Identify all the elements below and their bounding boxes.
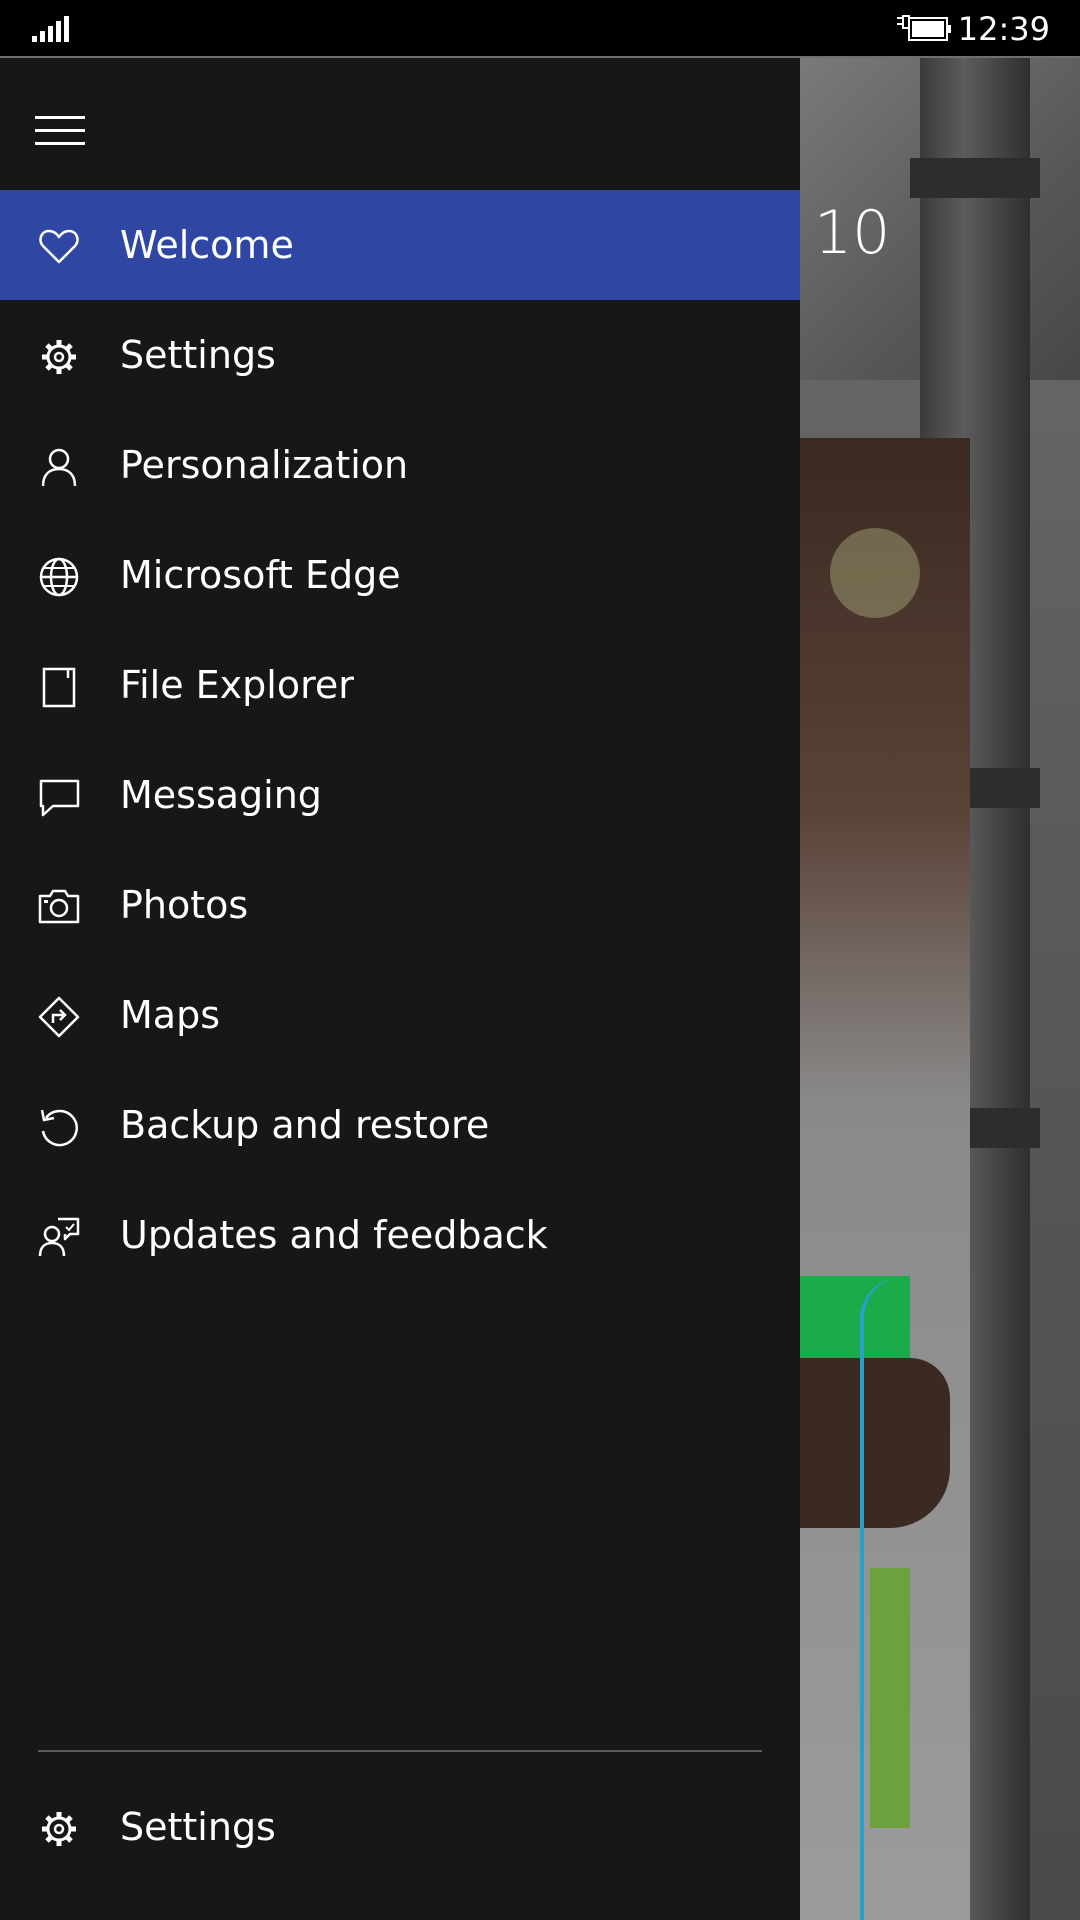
chat-bubble-icon (39, 779, 80, 817)
hamburger-icon[interactable] (35, 116, 87, 145)
lens-flare (830, 528, 920, 618)
nav-item-label: Photos (120, 883, 249, 927)
nav-item-microsoft-edge[interactable]: Microsoft Edge (0, 520, 800, 630)
divider (38, 1750, 762, 1752)
gear-icon (42, 340, 76, 374)
nav-item-label: Backup and restore (120, 1103, 490, 1147)
globe-icon (39, 557, 79, 597)
nav-item-backup-and-restore[interactable]: Backup and restore (0, 1070, 800, 1180)
nav-item-photos[interactable]: Photos (0, 850, 800, 960)
nav-item-settings-bottom[interactable]: Settings (0, 1772, 800, 1882)
clock: 12:39 (957, 10, 1050, 48)
heart-icon (39, 229, 79, 264)
person-icon (41, 448, 77, 487)
nav-item-personalization[interactable]: Personalization (0, 410, 800, 520)
nav-item-updates-and-feedback[interactable]: Updates and feedback (0, 1180, 800, 1290)
status-bar: 12:39 (0, 0, 1080, 58)
nav-item-label: Settings (120, 1805, 276, 1849)
restore-icon (40, 1109, 78, 1147)
nav-item-label: Welcome (120, 223, 294, 267)
nav-item-messaging[interactable]: Messaging (0, 740, 800, 850)
nav-item-label: Messaging (120, 773, 322, 817)
nav-item-settings[interactable]: Settings (0, 300, 800, 410)
feedback-icon (38, 1217, 80, 1257)
nav-item-label: Updates and feedback (120, 1213, 548, 1257)
nav-item-label: Maps (120, 993, 220, 1037)
nav-item-label: Microsoft Edge (120, 553, 401, 597)
nav-item-label: Settings (120, 333, 276, 377)
camera-icon (38, 889, 80, 924)
nav-item-file-explorer[interactable]: File Explorer (0, 630, 800, 740)
background-cable (860, 1278, 954, 1920)
navigation-pane: Welcome Settings Personalization Microso… (0, 58, 800, 1920)
nav-item-label: File Explorer (120, 663, 354, 707)
nav-item-maps[interactable]: Maps (0, 960, 800, 1070)
nav-list: Welcome Settings Personalization Microso… (0, 190, 800, 1290)
file-icon (42, 667, 76, 708)
background-content: 10 (800, 58, 1080, 1920)
nav-item-welcome[interactable]: Welcome (0, 190, 800, 300)
signal-strength-icon (32, 16, 69, 42)
background-title-fragment: 10 (814, 198, 891, 268)
gear-icon (42, 1812, 76, 1846)
pole-band (910, 158, 1040, 198)
battery-charging-icon (897, 15, 951, 41)
nav-item-label: Personalization (120, 443, 409, 487)
directions-icon (38, 996, 80, 1038)
